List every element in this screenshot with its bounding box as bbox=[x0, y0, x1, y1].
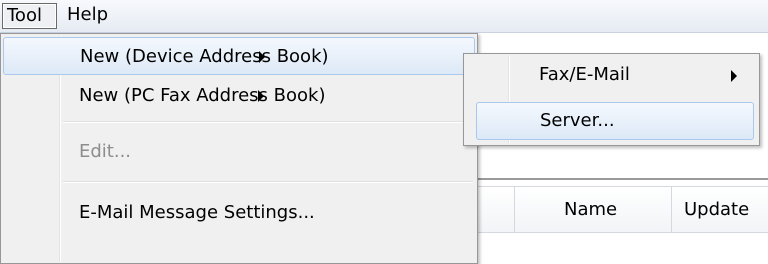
menu-item-label: Edit... bbox=[79, 141, 132, 162]
address-list-panel: Name Update bbox=[478, 178, 768, 258]
submenu-item-label: Fax/E-Mail bbox=[539, 64, 630, 85]
menu-separator bbox=[63, 121, 473, 123]
menu-bar: Tool Help bbox=[0, 0, 768, 33]
list-header-row: Name Update bbox=[478, 186, 768, 233]
submenu-item-label: Server... bbox=[540, 110, 615, 131]
device-address-book-submenu: Fax/E-Mail Server... bbox=[463, 53, 760, 146]
column-separator[interactable] bbox=[671, 187, 672, 232]
menu-item-label: New (PC Fax Address Book) bbox=[79, 85, 326, 106]
submenu-item-server[interactable]: Server... bbox=[476, 102, 754, 140]
menu-item-edit[interactable]: Edit... bbox=[3, 130, 475, 174]
menu-item-label: E-Mail Message Settings... bbox=[79, 202, 315, 223]
menu-help[interactable]: Help bbox=[63, 3, 112, 27]
menu-item-new-device-address-book[interactable]: New (Device Address Book) bbox=[3, 37, 475, 75]
column-header-update[interactable]: Update bbox=[684, 187, 749, 232]
submenu-item-fax-email[interactable]: Fax/E-Mail bbox=[476, 57, 754, 95]
menu-item-new-pc-fax-address-book[interactable]: New (PC Fax Address Book) bbox=[3, 77, 475, 115]
chevron-right-icon bbox=[731, 70, 737, 82]
menu-item-label: New (Device Address Book) bbox=[80, 46, 329, 67]
menu-tool[interactable]: Tool bbox=[2, 3, 57, 29]
column-separator[interactable] bbox=[514, 187, 515, 232]
tool-menu: New (Device Address Book) New (PC Fax Ad… bbox=[0, 33, 478, 264]
application-window: Tool Help Name Update New (Device Addres… bbox=[0, 0, 768, 264]
menu-item-email-message-settings[interactable]: E-Mail Message Settings... bbox=[3, 190, 475, 236]
chevron-right-icon bbox=[258, 90, 264, 102]
menu-separator bbox=[63, 181, 473, 183]
chevron-right-icon bbox=[259, 51, 265, 63]
column-header-name[interactable]: Name bbox=[564, 187, 617, 232]
